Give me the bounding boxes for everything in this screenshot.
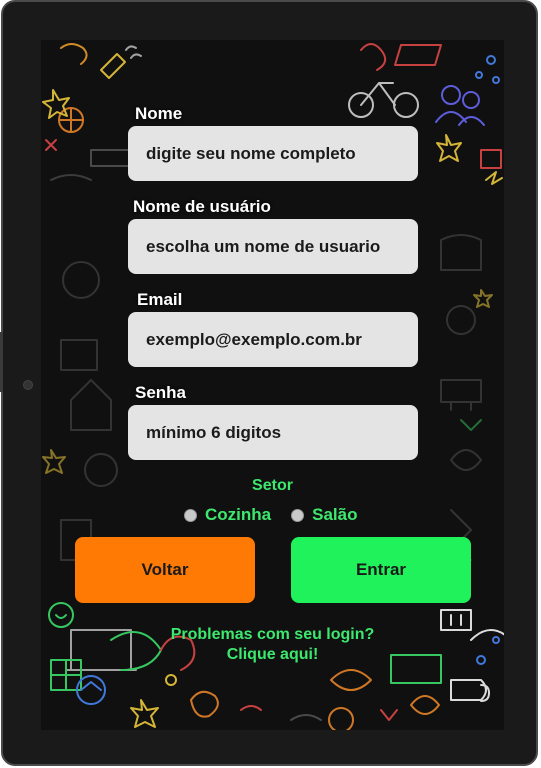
- login-help-link[interactable]: Problemas com seu login? Clique aqui!: [41, 625, 504, 665]
- app-screen: Nome Nome de usuário Email Senha Setor C…: [41, 40, 504, 730]
- email-field[interactable]: [128, 312, 418, 367]
- tablet-frame: Nome Nome de usuário Email Senha Setor C…: [0, 0, 538, 766]
- password-label: Senha: [135, 383, 187, 402]
- radio-button-salao[interactable]: [291, 508, 305, 522]
- radio-label-salao: Salão: [312, 505, 358, 524]
- radio-button-cozinha[interactable]: [184, 508, 197, 522]
- password-field[interactable]: [128, 405, 418, 460]
- camera-icon: [23, 380, 33, 390]
- help-line-1: Problemas com seu login?: [170, 626, 375, 643]
- sector-label: Setor: [252, 477, 293, 494]
- help-line-2: Clique aqui!: [226, 646, 319, 663]
- username-field[interactable]: [128, 219, 418, 274]
- email-label: Email: [137, 290, 183, 309]
- radio-label-cozinha: Cozinha: [205, 505, 272, 524]
- enter-button[interactable]: Entrar: [291, 537, 471, 603]
- side-button: [0, 332, 3, 392]
- radio-option-salao[interactable]: Salão: [291, 505, 357, 525]
- name-label: Nome: [135, 104, 183, 123]
- back-button[interactable]: Voltar: [75, 537, 255, 603]
- radio-option-cozinha[interactable]: Cozinha: [184, 505, 271, 525]
- name-field[interactable]: [128, 126, 418, 181]
- sector-radio-group: Cozinha Salão: [184, 505, 357, 525]
- username-label: Nome de usuário: [133, 197, 271, 216]
